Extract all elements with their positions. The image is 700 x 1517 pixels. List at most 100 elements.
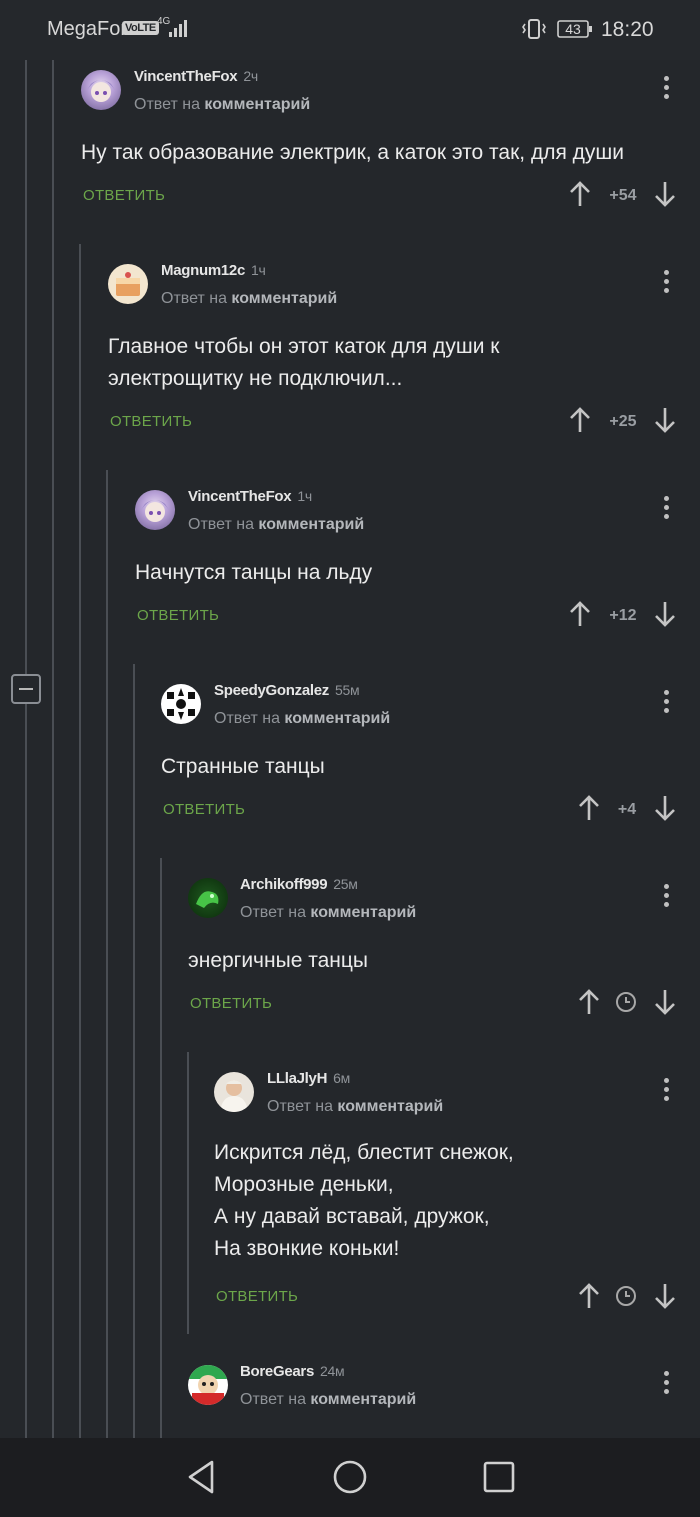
carrier-name: MegaFon: [47, 18, 132, 40]
comment-time: 1ч: [297, 488, 312, 504]
upvote-icon[interactable]: [578, 988, 600, 1016]
comment-text: Ну так образование электрик, а каток это…: [81, 137, 624, 169]
user-avatar[interactable]: [188, 1365, 228, 1405]
user-avatar[interactable]: [81, 70, 121, 110]
recent-apps-icon[interactable]: [483, 1461, 515, 1493]
comment-time: 55м: [335, 682, 360, 698]
comment-line: Странные танцы: [161, 755, 325, 778]
username[interactable]: BoreGears 24м: [240, 1363, 345, 1380]
reply-to: Ответ на комментарий: [161, 290, 337, 308]
comment-line: Главное чтобы он этот каток для души к: [108, 335, 500, 358]
reply-to-prefix: Ответ на: [134, 96, 200, 113]
user-avatar[interactable]: [161, 684, 201, 724]
thread-line: [25, 60, 27, 674]
username[interactable]: VincentTheFox 2ч: [134, 68, 258, 85]
comment-time: 6м: [333, 1070, 350, 1086]
reply-to-prefix: Ответ на: [240, 1391, 306, 1408]
user-avatar[interactable]: [135, 490, 175, 530]
comment-line: Искрится лёд, блестит снежок,: [214, 1141, 514, 1164]
thread-line: [106, 470, 108, 1438]
rating-count: +12: [609, 607, 637, 624]
reply-button[interactable]: ОТВЕТИТЬ: [83, 187, 165, 204]
reply-to-link[interactable]: комментарий: [231, 290, 337, 307]
reply-button[interactable]: ОТВЕТИТЬ: [216, 1288, 298, 1305]
upvote-icon[interactable]: [569, 180, 591, 208]
reply-button[interactable]: ОТВЕТИТЬ: [110, 413, 192, 430]
reply-to-prefix: Ответ на: [161, 290, 227, 307]
more-options-icon[interactable]: [662, 1371, 670, 1397]
username[interactable]: VincentTheFox 1ч: [188, 488, 312, 505]
username-text[interactable]: VincentTheFox: [134, 68, 238, 85]
comment-line: А ну давай вставай, дружок,: [214, 1205, 490, 1228]
reply-to-link[interactable]: комментарий: [337, 1098, 443, 1115]
home-icon[interactable]: [333, 1460, 367, 1494]
reply-to-prefix: Ответ на: [214, 710, 280, 727]
collapse-thread-button[interactable]: [11, 674, 41, 704]
more-options-icon[interactable]: [662, 690, 670, 716]
reply-to-link[interactable]: комментарий: [258, 516, 364, 533]
reply-to-link[interactable]: комментарий: [204, 96, 310, 113]
upvote-icon[interactable]: [578, 794, 600, 822]
reply-button[interactable]: ОТВЕТИТЬ: [137, 607, 219, 624]
reply-to-link[interactable]: комментарий: [284, 710, 390, 727]
username-text[interactable]: Archikoff999: [240, 876, 328, 893]
comment-time: 2ч: [243, 68, 258, 84]
comment-time: 25м: [333, 876, 358, 892]
thread-line: [52, 60, 54, 1438]
thread-line: [187, 1052, 189, 1334]
upvote-icon[interactable]: [569, 600, 591, 628]
upvote-icon[interactable]: [578, 1282, 600, 1310]
reply-to-link[interactable]: комментарий: [310, 904, 416, 921]
username-text[interactable]: Magnum12c: [161, 262, 245, 279]
downvote-icon[interactable]: [654, 180, 676, 208]
system-nav-bar: [0, 1438, 700, 1517]
username-text[interactable]: LLlaJlyH: [267, 1070, 327, 1087]
thread-line: [160, 858, 162, 1438]
comment-text: Странные танцы: [161, 751, 325, 783]
reply-to-prefix: Ответ на: [240, 904, 306, 921]
comment-line: энергичные танцы: [188, 949, 368, 972]
reply-button[interactable]: ОТВЕТИТЬ: [163, 801, 245, 818]
rating-count: +4: [617, 801, 637, 818]
comment-text: энергичные танцы: [188, 945, 368, 977]
more-options-icon[interactable]: [662, 1078, 670, 1104]
username[interactable]: Magnum12c 1ч: [161, 262, 266, 279]
user-avatar[interactable]: [214, 1072, 254, 1112]
clock-icon: [616, 992, 636, 1012]
user-avatar[interactable]: [108, 264, 148, 304]
more-options-icon[interactable]: [662, 884, 670, 910]
thread-line: [79, 244, 81, 1438]
reply-to-link[interactable]: комментарий: [310, 1391, 416, 1408]
username-text[interactable]: VincentTheFox: [188, 488, 292, 505]
reply-to: Ответ на комментарий: [214, 710, 390, 728]
more-options-icon[interactable]: [662, 270, 670, 296]
comment-line: На звонкие коньки!: [214, 1237, 400, 1260]
reply-to: Ответ на комментарий: [267, 1098, 443, 1116]
reply-to-prefix: Ответ на: [267, 1098, 333, 1115]
username[interactable]: Archikoff999 25м: [240, 876, 358, 893]
username[interactable]: SpeedyGonzalez 55м: [214, 682, 360, 699]
more-options-icon[interactable]: [662, 76, 670, 102]
status-bar: MegaFon VoLTE 4G 43 18:20: [0, 0, 700, 60]
downvote-icon[interactable]: [654, 794, 676, 822]
reply-button[interactable]: ОТВЕТИТЬ: [190, 995, 272, 1012]
downvote-icon[interactable]: [654, 406, 676, 434]
back-icon[interactable]: [186, 1459, 216, 1495]
battery-level: 43: [565, 21, 581, 37]
comment-line: Начнутся танцы на льду: [135, 561, 373, 584]
downvote-icon[interactable]: [654, 600, 676, 628]
clock-icon: [616, 1286, 636, 1306]
downvote-icon[interactable]: [654, 1282, 676, 1310]
more-options-icon[interactable]: [662, 496, 670, 522]
volte-badge: VoLTE: [122, 21, 159, 35]
reply-to-prefix: Ответ на: [188, 516, 254, 533]
downvote-icon[interactable]: [654, 988, 676, 1016]
username-text[interactable]: BoreGears: [240, 1363, 314, 1380]
comment-line: Морозные деньки,: [214, 1173, 394, 1196]
username-text[interactable]: SpeedyGonzalez: [214, 682, 329, 699]
upvote-icon[interactable]: [569, 406, 591, 434]
rating-count: +25: [609, 413, 637, 430]
comment-text: Главное чтобы он этот каток для души к э…: [108, 331, 499, 395]
username[interactable]: LLlaJlyH 6м: [267, 1070, 350, 1087]
user-avatar[interactable]: [188, 878, 228, 918]
